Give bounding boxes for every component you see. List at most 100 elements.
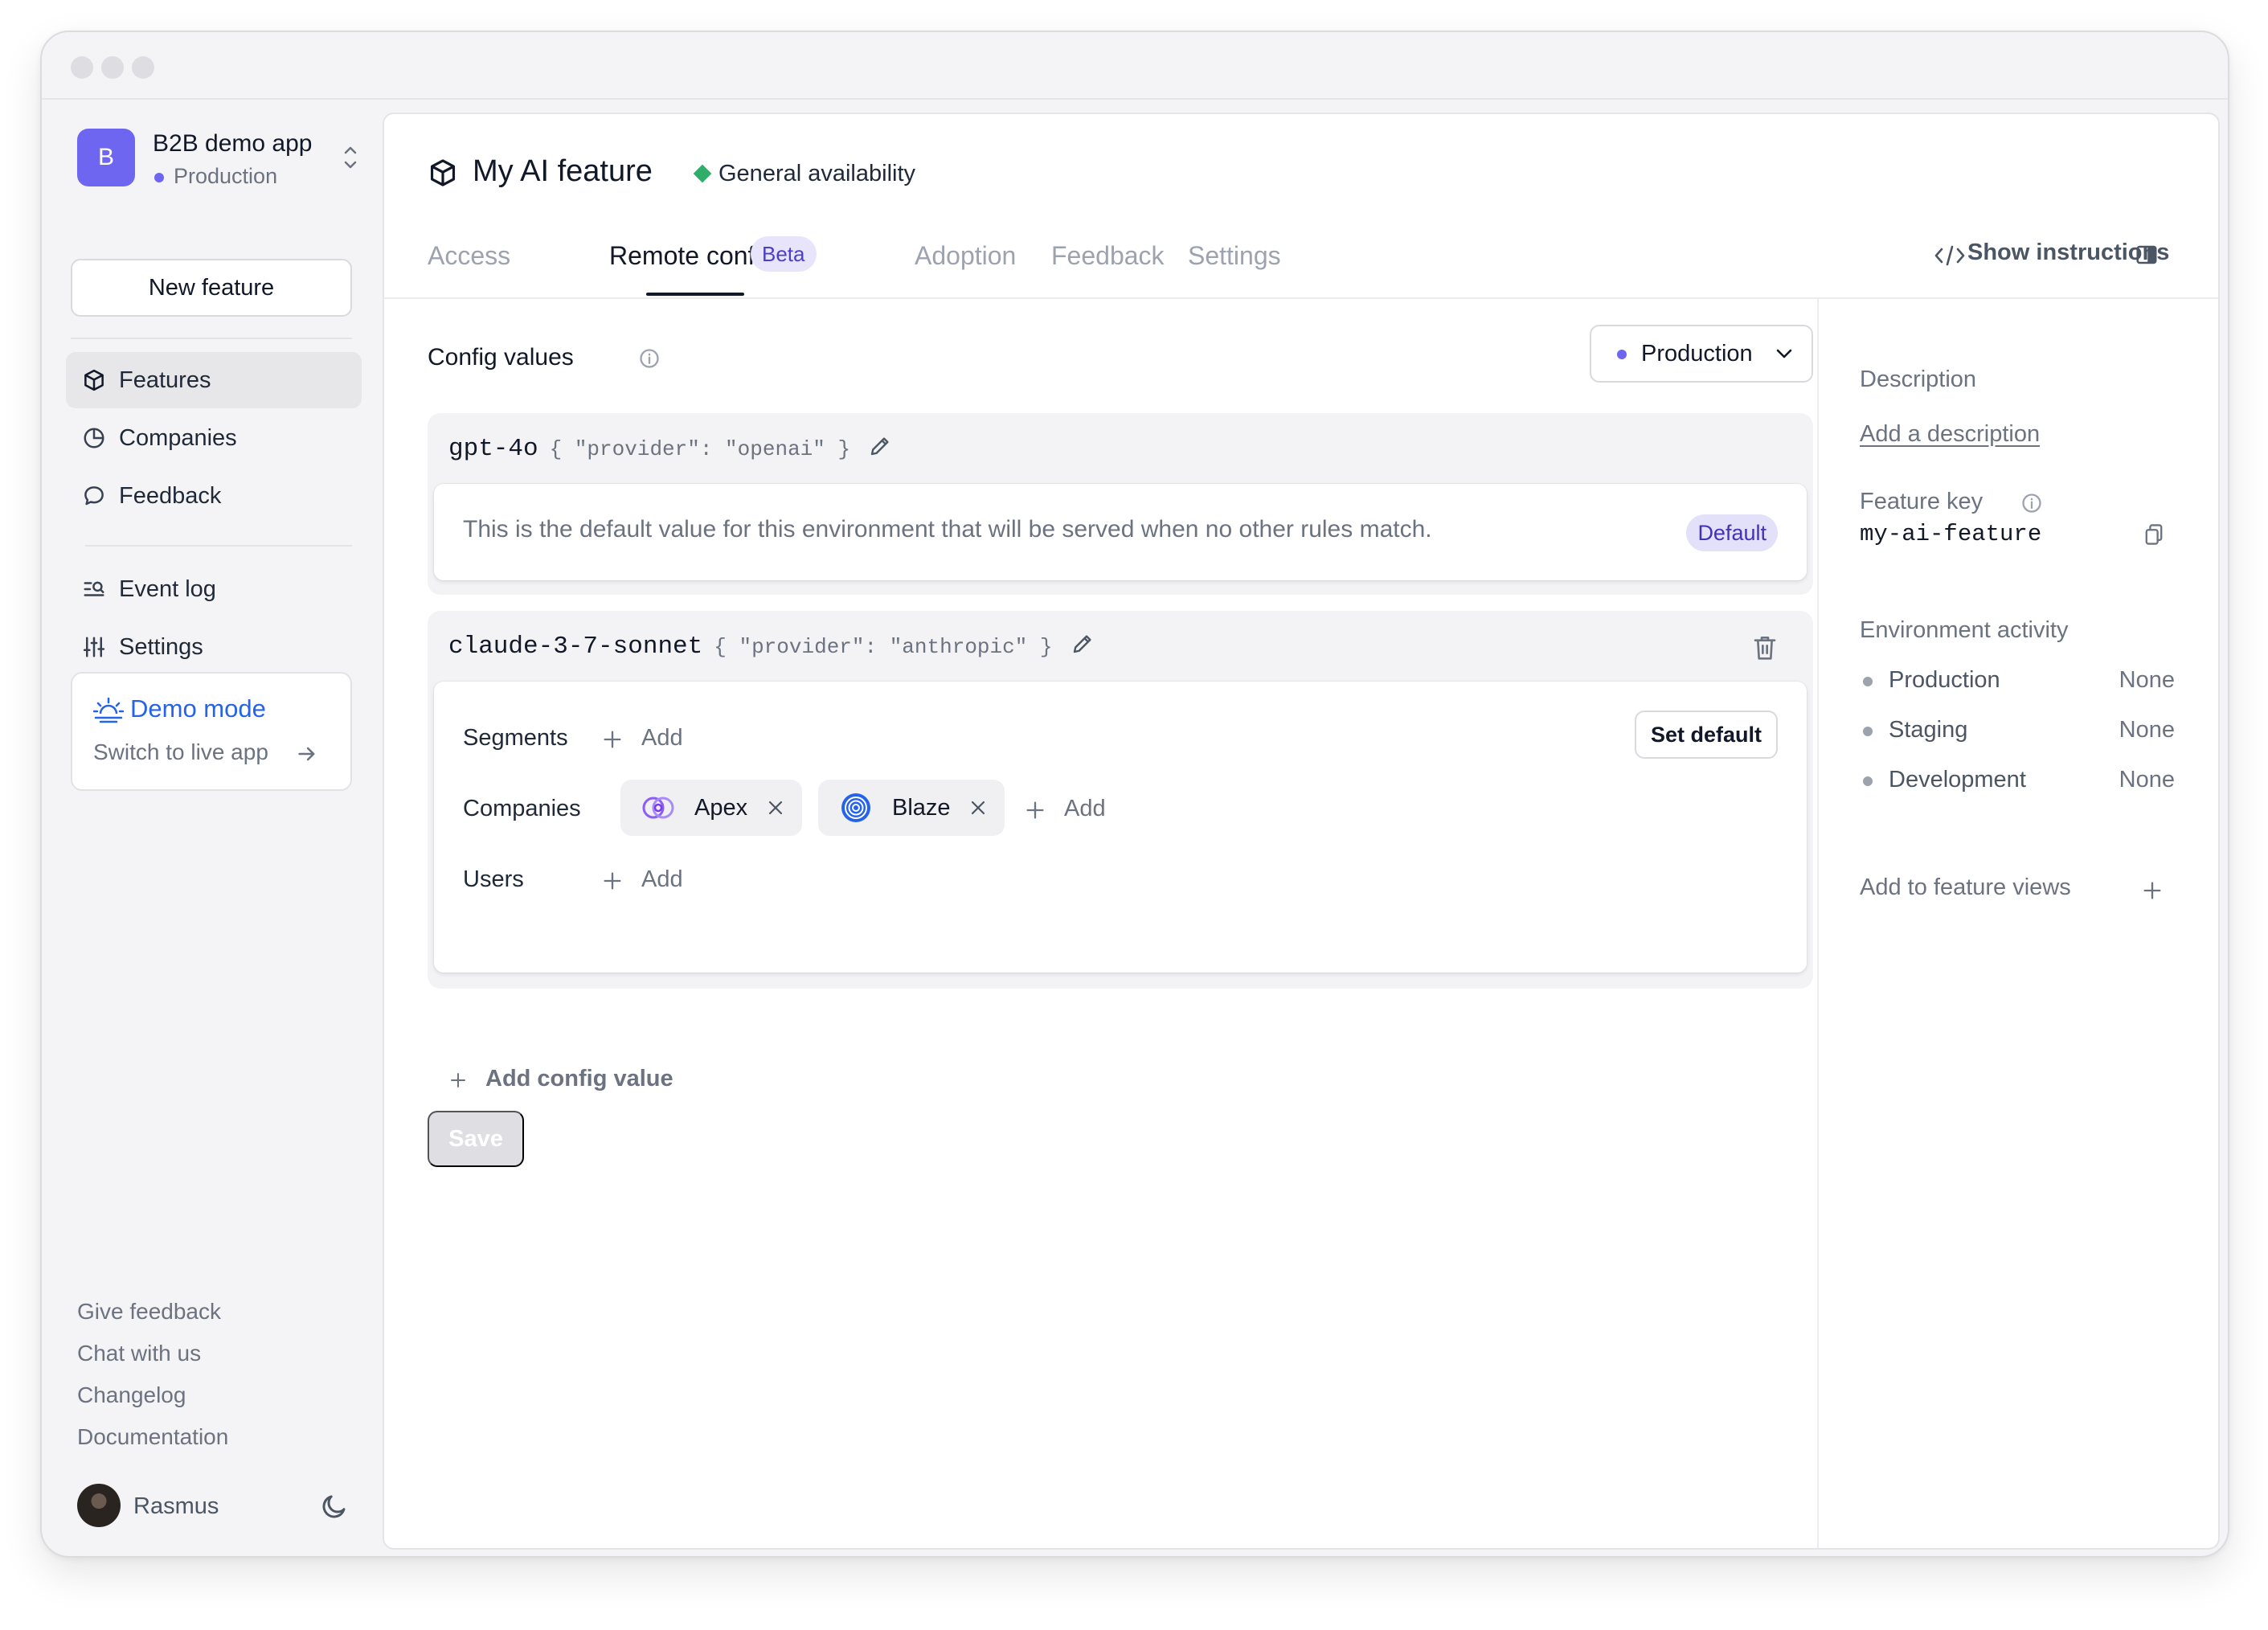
sidebar-item-label: Feedback [119,482,222,509]
pencil-icon[interactable] [1071,632,1095,656]
window-zoom-dot[interactable] [132,56,154,79]
env-activity-value: None [2119,767,2175,792]
config-payload: { "provider": "openai" } [549,437,851,461]
environment-activity-label: Environment activity [1860,617,2069,643]
app-window: B B2B demo app Production New feature Fe… [40,31,2229,1558]
cube-icon [430,159,456,186]
details-divider [1817,299,1819,1548]
env-activity-name: Development [1863,767,2026,792]
tab-adoption[interactable]: Adoption [915,241,1016,271]
sidebar-item-label: Features [119,367,211,393]
beta-badge: Beta [751,236,817,272]
sidebar-item-settings[interactable]: Settings [66,619,362,675]
tab-feedback[interactable]: Feedback [1051,241,1165,271]
chevron-down-icon [1776,349,1792,358]
config-value-header: claude-3-7-sonnet { "provider": "anthropi… [448,632,1095,661]
close-icon[interactable] [969,799,987,817]
environment-select[interactable]: Production [1590,325,1813,383]
cube-icon [80,367,108,394]
title-bar [42,32,2228,100]
changelog-link[interactable]: Changelog [77,1382,186,1408]
arrow-right-icon [298,747,315,761]
sidebar-item-companies[interactable]: Companies [66,410,362,466]
config-payload: { "provider": "anthropic" } [714,635,1053,659]
moon-icon[interactable] [320,1492,349,1521]
pie-chart-icon [80,424,108,452]
targeting-rules-panel: Segments Add Set default Companies Apex [434,682,1807,973]
window-minimize-dot[interactable] [101,56,124,79]
apex-logo-icon [642,797,674,819]
plus-icon [1026,801,1044,819]
sidebar-item-label: Companies [119,424,237,451]
blaze-logo-icon [841,793,870,822]
documentation-link[interactable]: Documentation [77,1424,228,1450]
event-log-icon [80,575,108,603]
plus-icon [604,872,621,890]
sliders-icon [80,633,108,661]
info-icon[interactable] [638,347,661,370]
close-icon[interactable] [767,799,784,817]
sidebar-item-features[interactable]: Features [66,352,362,408]
window-close-dot[interactable] [71,56,93,79]
default-description: This is the default value for this envir… [463,516,1432,543]
config-value-card: claude-3-7-sonnet { "provider": "anthropi… [428,611,1813,989]
app-switcher[interactable]: B B2B demo app Production [77,129,358,190]
users-label: Users [463,866,524,892]
default-value-panel: This is the default value for this envir… [434,484,1807,580]
chevron-up-down-icon [344,146,357,169]
show-instructions-button[interactable]: Show instructions [1924,240,2169,266]
plus-icon [604,731,621,748]
add-description-link[interactable]: Add a description [1860,421,2040,448]
env-activity-value: None [2119,667,2175,693]
config-values-title: Config values [428,344,574,371]
sidebar-item-event-log[interactable]: Event log [66,561,362,617]
save-button[interactable]: Save [428,1111,524,1167]
give-feedback-link[interactable]: Give feedback [77,1299,221,1325]
set-default-button[interactable]: Set default [1635,711,1778,759]
page-title: My AI feature [473,154,653,188]
sidebar-toggle-icon[interactable] [2135,243,2159,267]
sidebar-item-label: Event log [119,575,216,602]
add-label: Add [641,725,683,751]
avatar[interactable] [77,1484,121,1527]
sidebar-item-label: Settings [119,633,203,660]
add-config-value-button[interactable]: Add config value [448,1066,673,1092]
sunrise-icon [93,697,124,723]
environment-select-value: Production [1641,341,1753,367]
info-icon[interactable] [2020,492,2043,514]
trash-icon[interactable] [1752,633,1778,662]
sidebar: B B2B demo app Production New feature Fe… [42,101,383,1556]
stage-badge[interactable]: General availability [693,161,915,187]
company-chip-apex[interactable]: Apex [620,780,802,836]
tabs-divider [384,297,2218,299]
demo-mode-title: Demo mode [130,694,266,723]
segments-label: Segments [463,725,568,751]
new-feature-button[interactable]: New feature [71,259,352,317]
feature-key-label: Feature key [1860,489,1983,514]
chat-bubble-icon [80,482,108,510]
demo-mode-card[interactable]: Demo mode Switch to live app [71,672,352,791]
company-name: Apex [694,795,748,821]
pencil-icon[interactable] [868,434,892,458]
config-value-card: gpt-4o { "provider": "openai" } This is t… [428,413,1813,595]
app-environment: Production [153,164,277,189]
tab-settings[interactable]: Settings [1188,241,1281,271]
add-label: Add [1064,796,1106,821]
company-chip-blaze[interactable]: Blaze [818,780,1005,836]
copy-icon[interactable] [2143,522,2165,547]
config-value-header: gpt-4o { "provider": "openai" } [448,434,892,463]
chat-with-us-link[interactable]: Chat with us [77,1341,201,1366]
env-activity-name: Staging [1862,717,1968,743]
add-segment-button[interactable]: Add [601,725,683,752]
plus-icon [451,1073,465,1087]
sidebar-item-feedback[interactable]: Feedback [66,468,362,524]
add-user-button[interactable]: Add [601,866,683,893]
user-name[interactable]: Rasmus [133,1493,219,1520]
plus-icon[interactable] [2141,879,2164,902]
switch-to-live-link[interactable]: Switch to live app [93,739,268,765]
add-to-feature-views-label[interactable]: Add to feature views [1860,874,2071,901]
add-company-button[interactable]: Add [1024,796,1106,822]
description-label: Description [1860,367,1977,392]
add-config-label: Add config value [485,1066,673,1091]
tab-access[interactable]: Access [428,241,510,271]
